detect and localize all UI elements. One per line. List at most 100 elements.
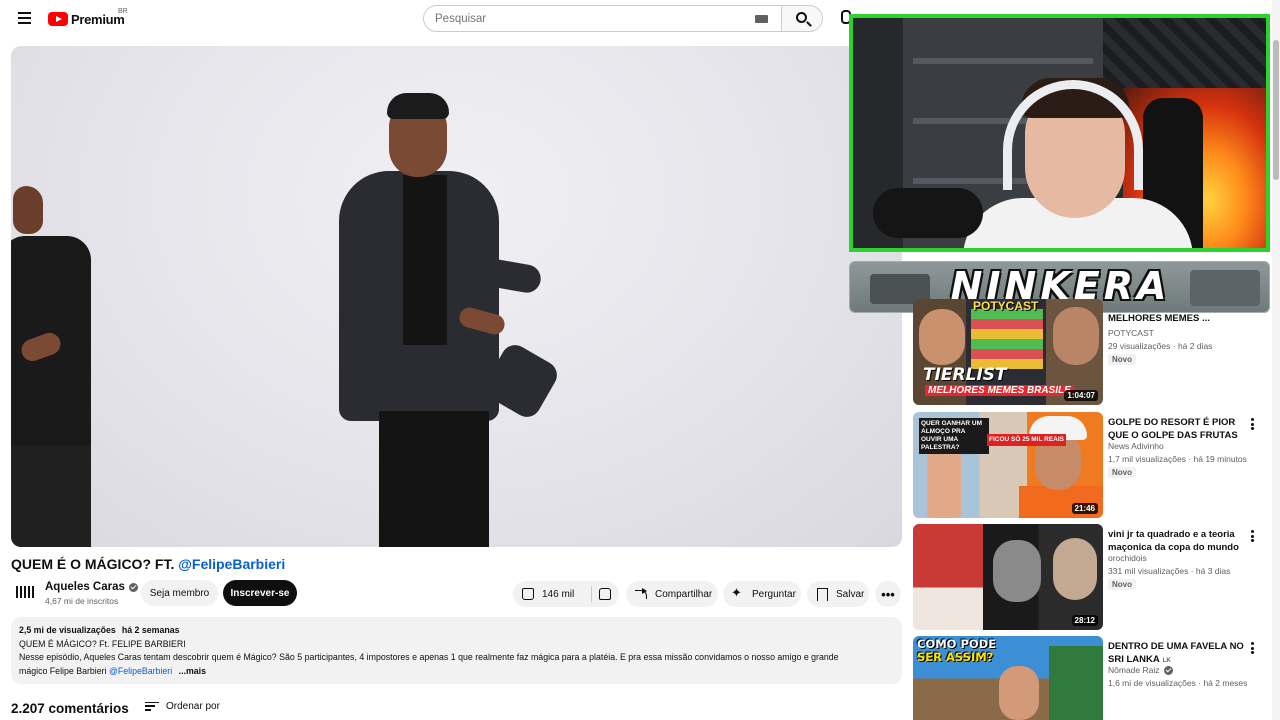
recommendation-channel[interactable]: Nômade Raiz [1108, 665, 1173, 675]
like-button[interactable]: 146 mil [513, 581, 585, 607]
ask-label: Perguntar [752, 588, 796, 600]
thumbnail-text-line: SER ASSIM? [917, 650, 994, 664]
description-mention-link[interactable]: @FelipeBarbieri [109, 666, 172, 676]
channel-name-text[interactable]: Aqueles Caras [45, 581, 125, 593]
verified-icon [1163, 665, 1173, 675]
recommendation-meta: 1,7 mil visualizações · há 19 minutos [1108, 454, 1247, 464]
video-duration: 21:46 [1071, 503, 1098, 514]
description-line: mágico Felipe Barbieri @FelipeBarbieri .… [19, 665, 894, 679]
sort-comments-button[interactable]: Ordenar por [145, 701, 220, 712]
more-options-icon[interactable] [1246, 642, 1258, 656]
description-text: mágico Felipe Barbieri [19, 665, 109, 676]
like-dislike-group: 146 mil [513, 581, 619, 607]
video-thumbnail[interactable]: COMO PODE SER ASSIM? [913, 636, 1103, 720]
youtube-logo-icon [48, 12, 68, 26]
dislike-button[interactable] [595, 581, 619, 607]
sort-label: Ordenar por [166, 701, 220, 712]
divider [591, 586, 592, 602]
recommendation-item[interactable]: 28:12 vini jr ta quadrado e a teoria maç… [913, 524, 1268, 630]
view-count: 331 mil visualizações [1108, 566, 1189, 576]
video-title-text: QUEM É O MÁGICO? FT. [11, 556, 179, 572]
new-badge: Novo [1108, 467, 1136, 478]
search-input[interactable] [424, 6, 744, 31]
recommendation-item[interactable]: POTYCAST TIERLIST MELHORES MEMES BRASILE… [913, 299, 1268, 405]
youtube-premium-logo[interactable]: Premium [48, 10, 125, 28]
description-stats: 2,5 mi de visualizações há 2 semanas [19, 624, 894, 638]
channel-name[interactable]: Aqueles Caras [45, 581, 138, 593]
video-thumbnail[interactable]: 28:12 [913, 524, 1103, 630]
video-title-mention-link[interactable]: @FelipeBarbieri [178, 556, 285, 572]
channel-name-text[interactable]: Nômade Raiz [1108, 665, 1160, 675]
sparkle-icon [731, 585, 745, 601]
more-actions-button[interactable]: ••• [875, 581, 901, 607]
show-more-button[interactable]: ...mais [179, 666, 206, 676]
recommendation-title-text[interactable]: DENTRO DE UMA FAVELA NO SRI LANKA [1108, 641, 1244, 665]
subscriber-count: 4,67 mi de inscritos [45, 596, 119, 606]
more-options-icon[interactable] [1246, 530, 1258, 544]
save-button[interactable]: Salvar [807, 581, 869, 607]
ask-button[interactable]: Perguntar [723, 581, 801, 607]
join-button[interactable]: Seja membro [141, 580, 218, 606]
recommendation-title[interactable]: vini jr ta quadrado e a teoria maçonica … [1108, 529, 1248, 554]
video-thumbnail[interactable]: QUER GANHAR UM ALMOÇO PRA OUVIR UMA PALE… [913, 412, 1103, 518]
description-box[interactable]: 2,5 mi de visualizações há 2 semanas QUEM… [11, 617, 902, 684]
video-player[interactable] [11, 46, 902, 547]
recommendation-title[interactable]: MELHORES MEMES ... [1108, 313, 1248, 326]
channel-avatar[interactable] [13, 580, 37, 604]
thumbnail-text: QUER GANHAR UM ALMOÇO PRA OUVIR UMA PALE… [919, 418, 989, 454]
thumbnail-text: FICOU SÓ 25 MIL REAIS [987, 434, 1067, 446]
recommendation-title[interactable]: GOLPE DO RESORT É PIOR QUE O GOLPE DAS F… [1108, 417, 1248, 442]
more-options-icon[interactable] [1246, 418, 1258, 432]
description-line: QUEM É MÁGICO? Ft. FELIPE BARBIERI [19, 638, 186, 649]
recommendation-meta: 1,6 mi de visualizações · há 2 meses [1108, 678, 1248, 688]
thumbnail-text: COMO PODE SER ASSIM? [917, 638, 996, 664]
video-frame-person-center [331, 91, 562, 547]
verified-icon [128, 582, 138, 592]
upload-date: há 2 semanas [121, 625, 180, 635]
share-label: Compartilhar [655, 588, 713, 600]
save-label: Salvar [836, 588, 865, 600]
thumbnail-text: TIERLIST [923, 365, 1007, 385]
thumbnail-text: POTYCAST [973, 299, 1039, 313]
new-badge: Novo [1108, 354, 1136, 365]
country-code: BR [118, 8, 128, 15]
share-icon [634, 587, 648, 601]
logo-text: Premium [71, 11, 125, 27]
recommendation-channel[interactable]: orochidois [1108, 553, 1147, 563]
video-frame-person-left [11, 186, 91, 547]
video-duration: 28:12 [1071, 615, 1098, 626]
video-title: QUEM É O MÁGICO? FT. @FelipeBarbieri [11, 556, 285, 572]
video-thumbnail[interactable]: POTYCAST TIERLIST MELHORES MEMES BRASILE… [913, 299, 1103, 405]
recommendation-channel[interactable]: News Adivinho [1108, 441, 1164, 451]
thumbnail-text-line: COMO PODE [917, 637, 997, 651]
upload-age: há 2 dias [1177, 341, 1213, 351]
view-count: 1,6 mi de visualizações [1108, 678, 1196, 688]
search-button[interactable] [781, 5, 823, 32]
search-box [423, 5, 781, 32]
keyboard-icon[interactable] [755, 15, 768, 23]
recommendation-meta: 29 visualizações · há 2 dias [1108, 341, 1213, 351]
thumbnail-text: MELHORES MEMES BRASILE [925, 385, 1074, 396]
new-badge: Novo [1108, 579, 1136, 590]
recommendation-channel[interactable]: POTYCAST [1108, 328, 1154, 338]
upload-age: há 3 dias [1195, 566, 1231, 576]
recommendation-meta: 331 mil visualizações · há 3 dias [1108, 566, 1231, 576]
recommendation-item[interactable]: COMO PODE SER ASSIM? DENTRO DE UMA FAVEL… [913, 636, 1268, 720]
upload-age: há 2 meses [1203, 678, 1248, 688]
search-icon [796, 12, 807, 23]
search-bar [423, 5, 823, 32]
share-button[interactable]: Compartilhar [626, 581, 718, 607]
view-count: 2,5 mi de visualizações [19, 625, 116, 635]
flag-label: LK [1162, 657, 1171, 664]
streamer-webcam-overlay [849, 14, 1270, 252]
bookmark-icon [815, 587, 829, 601]
video-duration: 1:04:07 [1064, 390, 1098, 401]
subscribe-button[interactable]: Inscrever-se [223, 580, 297, 606]
view-count: 1,7 mil visualizações [1108, 454, 1186, 464]
sort-icon [145, 701, 159, 712]
recommendation-title[interactable]: DENTRO DE UMA FAVELA NO SRI LANKA LK [1108, 641, 1248, 667]
like-count: 146 mil [542, 588, 575, 600]
recommendation-item[interactable]: QUER GANHAR UM ALMOÇO PRA OUVIR UMA PALE… [913, 412, 1268, 518]
page-scrollbar[interactable] [1272, 0, 1280, 720]
menu-icon[interactable] [12, 8, 36, 30]
